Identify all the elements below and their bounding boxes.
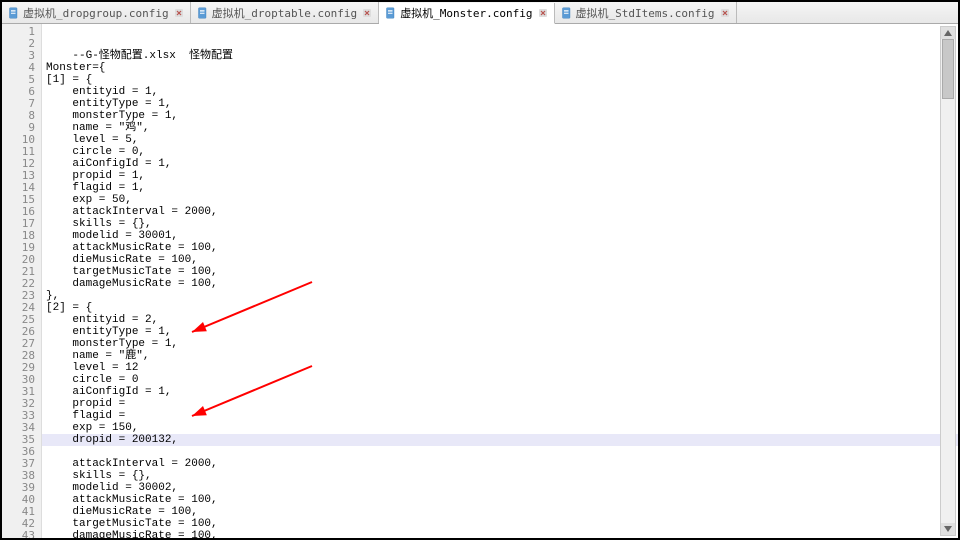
tab-label: 虚拟机_dropgroup.config (23, 5, 169, 21)
tab-file-2[interactable]: 虚拟机_Monster.config (379, 3, 554, 24)
code-line: exp = 50, (46, 194, 132, 206)
code-line: flagid = 1, (46, 182, 145, 194)
file-icon (385, 7, 397, 19)
code-line: dieMusicRate = 100, (46, 254, 198, 266)
scrollbar-thumb[interactable] (942, 39, 954, 99)
code-line: monsterType = 1, (46, 338, 178, 350)
code-line: aiConfigId = 1, (46, 158, 171, 170)
code-line: propid = (46, 398, 132, 410)
tab-file-1[interactable]: 虚拟机_droptable.config (191, 2, 380, 23)
line-number-gutter: 1234567891011121314151617181920212223242… (2, 24, 42, 538)
tab-bar: 虚拟机_dropgroup.config 虚拟机_droptable.config… (2, 2, 958, 24)
code-line: circle = 0 (46, 374, 138, 386)
code-line: attackMusicRate = 100, (46, 494, 218, 506)
scroll-down-button[interactable] (941, 523, 955, 535)
code-line: }, (46, 290, 59, 302)
editor-area: 1234567891011121314151617181920212223242… (2, 24, 958, 538)
tab-label: 虚拟机_droptable.config (212, 5, 358, 21)
code-line: attackMusicRate = 100, (46, 242, 218, 254)
tab-file-3[interactable]: 虚拟机_StdItems.config (555, 2, 737, 23)
code-line: modelid = 30002, (46, 482, 178, 494)
file-icon (561, 7, 573, 19)
tab-label: 虚拟机_StdItems.config (576, 5, 715, 21)
code-line: monsterType = 1, (46, 110, 178, 122)
code-line: exp = 150, (46, 422, 138, 434)
tab-label: 虚拟机_Monster.config (400, 5, 532, 21)
code-line: skills = {}, (46, 470, 152, 482)
code-line: propid = 1, (46, 170, 145, 182)
vertical-scrollbar[interactable] (940, 26, 956, 536)
code-line: attackInterval = 2000, (46, 458, 218, 470)
tab-file-0[interactable]: 虚拟机_dropgroup.config (2, 2, 191, 23)
code-line: name = "鸡", (46, 122, 149, 134)
code-line: level = 12 (46, 362, 138, 374)
code-line: skills = {}, (46, 218, 152, 230)
code-line: circle = 0, (46, 146, 145, 158)
code-line: dieMusicRate = 100, (46, 506, 198, 518)
line-number: 43 (2, 530, 35, 540)
code-line: targetMusicTate = 100, (46, 266, 218, 278)
file-icon (197, 7, 209, 19)
code-line: flagid = (46, 410, 132, 422)
code-line: modelid = 30001, (46, 230, 178, 242)
code-line: level = 5, (46, 134, 138, 146)
code-line: [2] = { (46, 302, 92, 314)
code-line: --G-怪物配置.xlsx 怪物配置 (72, 50, 233, 62)
code-line: name = "鹿", (46, 350, 149, 362)
close-icon[interactable] (362, 8, 372, 18)
code-line: Monster={ (46, 62, 105, 74)
close-icon[interactable] (538, 8, 548, 18)
code-line: damageMusicRate = 100, (46, 530, 218, 540)
code-line: damageMusicRate = 100, (46, 278, 218, 290)
close-icon[interactable] (720, 8, 730, 18)
code-line: dropid = 200132, (42, 434, 958, 446)
close-icon[interactable] (174, 8, 184, 18)
code-line: entityid = 1, (46, 86, 158, 98)
code-line: entityType = 1, (46, 98, 171, 110)
code-line: targetMusicTate = 100, (46, 518, 218, 530)
file-icon (8, 7, 20, 19)
editor-window: 虚拟机_dropgroup.config 虚拟机_droptable.config… (0, 0, 960, 540)
code-line: aiConfigId = 1, (46, 386, 171, 398)
code-line: [1] = { (46, 74, 92, 86)
code-line: entityid = 2, (46, 314, 158, 326)
code-line: entityType = 1, (46, 326, 171, 338)
code-line: attackInterval = 2000, (46, 206, 218, 218)
code-content[interactable]: --G-怪物配置.xlsx 怪物配置 Monster={ [1] = { ent… (42, 24, 958, 538)
scroll-up-button[interactable] (941, 27, 955, 39)
